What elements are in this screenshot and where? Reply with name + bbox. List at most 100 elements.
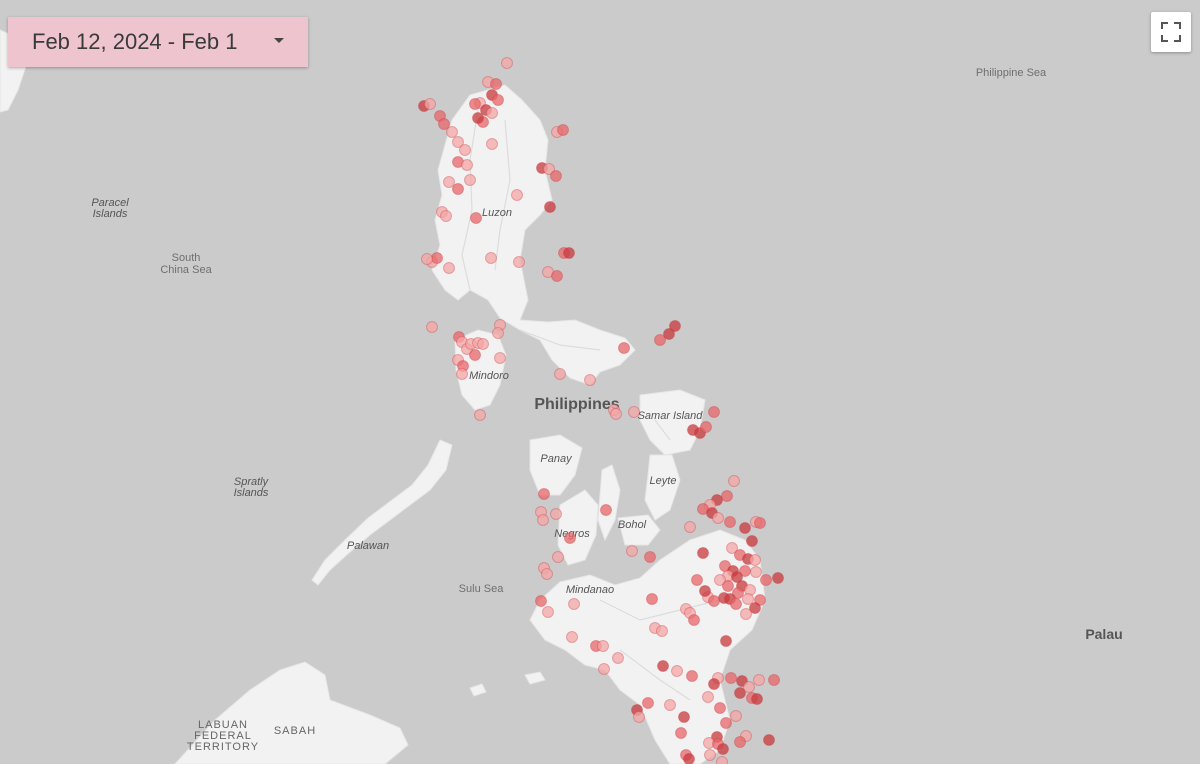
event-marker-central-luzon[interactable]: [426, 321, 438, 333]
event-marker-mindanao-east[interactable]: [684, 521, 696, 533]
event-marker-mindanao-south[interactable]: [768, 674, 780, 686]
event-marker-mindanao-south[interactable]: [686, 670, 698, 682]
event-marker-mindanao-east[interactable]: [772, 572, 784, 584]
event-marker-mindanao-east[interactable]: [699, 585, 711, 597]
event-marker-luzon-east[interactable]: [563, 247, 575, 259]
event-marker-luzon-west[interactable]: [443, 176, 455, 188]
event-marker-luzon-west[interactable]: [459, 144, 471, 156]
event-marker-mindanao-west[interactable]: [598, 663, 610, 675]
event-marker-mindanao-south[interactable]: [657, 660, 669, 672]
event-marker-mindoro[interactable]: [494, 352, 506, 364]
event-marker-mindanao-south[interactable]: [664, 699, 676, 711]
event-marker-mindanao-west[interactable]: [612, 652, 624, 664]
event-marker-mindanao-east[interactable]: [718, 592, 730, 604]
event-marker-visayas[interactable]: [538, 488, 550, 500]
event-marker-mindoro[interactable]: [474, 409, 486, 421]
event-marker-mindanao-west[interactable]: [535, 595, 547, 607]
event-marker-mindoro[interactable]: [456, 368, 468, 380]
event-marker-visayas[interactable]: [537, 514, 549, 526]
event-marker-luzon-west[interactable]: [421, 253, 433, 265]
event-marker-mindanao-west[interactable]: [656, 625, 668, 637]
event-marker-mindanao-east[interactable]: [728, 475, 740, 487]
event-marker-mindanao-east[interactable]: [722, 580, 734, 592]
event-marker-visayas[interactable]: [600, 504, 612, 516]
fullscreen-button[interactable]: [1151, 12, 1191, 52]
event-marker-luzon-north[interactable]: [490, 78, 502, 90]
event-marker-luzon-west[interactable]: [431, 252, 443, 264]
event-marker-mindanao-south[interactable]: [633, 711, 645, 723]
event-marker-luzon-north[interactable]: [424, 98, 436, 110]
event-marker-mindanao-east[interactable]: [742, 593, 754, 605]
event-marker-mindanao-east[interactable]: [691, 574, 703, 586]
event-marker-mindanao-south[interactable]: [720, 635, 732, 647]
event-marker-luzon-west[interactable]: [446, 126, 458, 138]
event-marker-mindanao-west[interactable]: [568, 598, 580, 610]
event-marker-central-luzon[interactable]: [513, 256, 525, 268]
event-marker-visayas[interactable]: [552, 551, 564, 563]
event-marker-mindanao-west[interactable]: [646, 593, 658, 605]
event-marker-mindanao-south[interactable]: [753, 674, 765, 686]
event-marker-luzon-east[interactable]: [544, 201, 556, 213]
event-marker-mindanao-west[interactable]: [566, 631, 578, 643]
map-canvas[interactable]: Philippine Sea Paracel Islands South Chi…: [0, 0, 1200, 764]
event-marker-mindanao-east[interactable]: [721, 490, 733, 502]
event-marker-visayas[interactable]: [550, 508, 562, 520]
event-marker-mindanao-south[interactable]: [730, 710, 742, 722]
event-marker-central-luzon[interactable]: [492, 327, 504, 339]
event-marker-luzon-west[interactable]: [452, 183, 464, 195]
event-marker-mindanao-south[interactable]: [743, 681, 755, 693]
event-marker-mindoro[interactable]: [554, 368, 566, 380]
event-marker-mindanao-east[interactable]: [730, 598, 742, 610]
event-marker-mindanao-west[interactable]: [597, 640, 609, 652]
event-marker-mindanao-west[interactable]: [542, 606, 554, 618]
event-marker-luzon-west[interactable]: [464, 174, 476, 186]
event-marker-mindanao-south[interactable]: [716, 756, 728, 764]
event-marker-luzon-east[interactable]: [557, 124, 569, 136]
event-marker-luzon-north[interactable]: [486, 107, 498, 119]
event-marker-luzon-west[interactable]: [486, 138, 498, 150]
event-marker-mindanao-east[interactable]: [697, 547, 709, 559]
event-marker-samar[interactable]: [700, 421, 712, 433]
event-marker-mindanao-south[interactable]: [683, 753, 695, 764]
event-marker-mindanao-south[interactable]: [678, 711, 690, 723]
event-marker-central-luzon[interactable]: [470, 212, 482, 224]
event-marker-luzon-west[interactable]: [443, 262, 455, 274]
event-marker-visayas[interactable]: [610, 408, 622, 420]
event-marker-mindanao-south[interactable]: [688, 614, 700, 626]
event-marker-visayas[interactable]: [626, 545, 638, 557]
event-marker-mindanao-south[interactable]: [720, 717, 732, 729]
event-marker-visayas[interactable]: [628, 406, 640, 418]
event-marker-mindoro[interactable]: [469, 349, 481, 361]
event-marker-visayas[interactable]: [564, 532, 576, 544]
event-marker-mindanao-east[interactable]: [754, 517, 766, 529]
event-marker-mindanao-south[interactable]: [734, 736, 746, 748]
event-marker-mindoro[interactable]: [477, 338, 489, 350]
event-marker-samar[interactable]: [708, 406, 720, 418]
event-marker-mindanao-east[interactable]: [750, 566, 762, 578]
event-marker-visayas[interactable]: [541, 568, 553, 580]
event-marker-mindanao-east[interactable]: [760, 574, 772, 586]
event-marker-mindanao-south[interactable]: [714, 702, 726, 714]
event-marker-luzon-west[interactable]: [440, 210, 452, 222]
event-marker-mindanao-east[interactable]: [749, 554, 761, 566]
event-marker-mindanao-east[interactable]: [746, 535, 758, 547]
event-marker-mindanao-east[interactable]: [724, 516, 736, 528]
event-marker-mindanao-south[interactable]: [642, 697, 654, 709]
event-marker-mindanao-south[interactable]: [725, 672, 737, 684]
event-marker-luzon-north[interactable]: [501, 57, 513, 69]
event-marker-mindanao-south[interactable]: [717, 743, 729, 755]
event-marker-luzon-east[interactable]: [550, 170, 562, 182]
event-marker-mindanao-south[interactable]: [702, 691, 714, 703]
event-marker-mindanao-south[interactable]: [763, 734, 775, 746]
event-marker-mindanao-east[interactable]: [740, 608, 752, 620]
event-marker-mindanao-east[interactable]: [739, 522, 751, 534]
event-marker-bicol-sea[interactable]: [669, 320, 681, 332]
event-marker-luzon-west[interactable]: [461, 159, 473, 171]
event-marker-visayas[interactable]: [644, 551, 656, 563]
event-marker-luzon-east[interactable]: [511, 189, 523, 201]
event-marker-mindanao-south[interactable]: [704, 749, 716, 761]
event-marker-mindanao-south[interactable]: [751, 693, 763, 705]
event-marker-mindoro[interactable]: [584, 374, 596, 386]
event-marker-mindanao-east[interactable]: [708, 595, 720, 607]
event-marker-luzon-north[interactable]: [492, 94, 504, 106]
